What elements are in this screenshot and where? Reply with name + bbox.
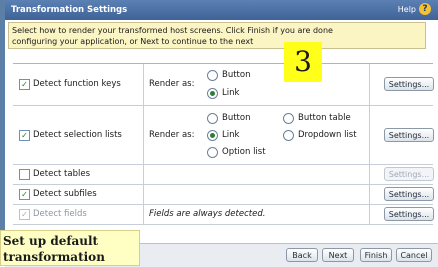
function-keys-checkbox[interactable]: ✓ <box>19 79 30 90</box>
selection-lists-settings-button[interactable]: Settings... <box>384 128 434 142</box>
function-keys-radio-button[interactable] <box>207 70 218 81</box>
instructions-line-2: configuring your application, or Next to… <box>12 37 254 46</box>
selection-lists-option-dropdown: Dropdown list <box>298 130 357 140</box>
selection-lists-radio-button[interactable] <box>207 113 218 124</box>
left-edge-strip <box>0 0 5 266</box>
setup-callout: Set up default transformation <box>0 230 140 266</box>
row-tables: Detect tables Settings... <box>13 165 434 185</box>
row-function-keys: ✓ Detect function keys Render as: Button… <box>13 64 434 106</box>
row-subfiles-label-cell: ✓ Detect subfiles <box>13 185 144 204</box>
row-function-keys-render-cell: Render as: Button Link <box>144 64 370 105</box>
next-button[interactable]: Next <box>322 248 354 262</box>
row-selection-lists-render-cell: Render as: Button Button table Link Drop… <box>144 106 370 164</box>
subfiles-label: Detect subfiles <box>33 189 97 199</box>
selection-lists-radio-dropdown[interactable] <box>283 130 294 141</box>
selection-lists-option-button-table: Button table <box>298 113 351 123</box>
row-fields: ✓ Detect fields Fields are always detect… <box>13 205 434 225</box>
cancel-button[interactable]: Cancel <box>396 248 432 262</box>
row-selection-lists-settings-cell: Settings... <box>370 106 434 164</box>
row-tables-render-cell <box>144 165 370 184</box>
help-icon[interactable]: ? <box>419 3 431 15</box>
row-fields-label-cell: ✓ Detect fields <box>13 205 144 224</box>
tables-settings-button[interactable]: Settings... <box>384 167 434 181</box>
step-number-callout: 3 <box>284 42 322 82</box>
back-button[interactable]: Back <box>286 248 318 262</box>
row-function-keys-label-cell: ✓ Detect function keys <box>13 64 144 105</box>
subfiles-settings-button[interactable]: Settings... <box>384 187 434 201</box>
function-keys-settings-button[interactable]: Settings... <box>384 77 434 91</box>
page-title: Transformation Settings <box>11 5 128 15</box>
function-keys-option-link: Link <box>222 88 240 98</box>
tables-label: Detect tables <box>33 169 91 179</box>
finish-button[interactable]: Finish <box>360 248 392 262</box>
fields-checkbox: ✓ <box>19 209 30 220</box>
selection-lists-label: Detect selection lists <box>33 130 122 140</box>
selection-lists-radio-option-list[interactable] <box>207 147 218 158</box>
row-tables-label-cell: Detect tables <box>13 165 144 184</box>
fields-settings-button[interactable]: Settings... <box>384 207 434 221</box>
row-tables-settings-cell: Settings... <box>370 165 434 184</box>
fields-label: Detect fields <box>33 209 87 219</box>
setup-callout-line-2: transformation <box>3 250 105 264</box>
function-keys-render-as: Render as: <box>149 79 195 89</box>
help-link[interactable]: Help <box>398 5 416 14</box>
row-selection-lists: ✓ Detect selection lists Render as: Butt… <box>13 106 434 165</box>
function-keys-radio-link[interactable] <box>207 88 218 99</box>
row-fields-render-cell: Fields are always detected. <box>144 205 370 224</box>
instructions-box: Select how to render your transformed ho… <box>8 22 426 49</box>
setup-callout-line-1: Set up default <box>3 234 99 248</box>
row-fields-settings-cell: Settings... <box>370 205 434 224</box>
tables-checkbox[interactable] <box>19 169 30 180</box>
row-subfiles: ✓ Detect subfiles Settings... <box>13 185 434 205</box>
instructions-line-1: Select how to render your transformed ho… <box>12 26 333 35</box>
subfiles-checkbox[interactable]: ✓ <box>19 189 30 200</box>
selection-lists-option-button: Button <box>222 113 251 123</box>
selection-lists-option-option-list: Option list <box>222 147 266 157</box>
selection-lists-option-link: Link <box>222 130 240 140</box>
row-selection-lists-label-cell: ✓ Detect selection lists <box>13 106 144 164</box>
header-bar: Transformation Settings Help ? <box>5 0 438 20</box>
selection-lists-render-as: Render as: <box>149 130 195 140</box>
function-keys-option-button: Button <box>222 70 251 80</box>
row-function-keys-settings-cell: Settings... <box>370 64 434 105</box>
row-subfiles-render-cell <box>144 185 370 204</box>
row-subfiles-settings-cell: Settings... <box>370 185 434 204</box>
wizard-window: Transformation Settings Help ? Select ho… <box>0 0 438 267</box>
selection-lists-radio-link[interactable] <box>207 130 218 141</box>
fields-note: Fields are always detected. <box>149 209 266 219</box>
function-keys-label: Detect function keys <box>33 79 121 89</box>
selection-lists-radio-button-table[interactable] <box>283 113 294 124</box>
selection-lists-checkbox[interactable]: ✓ <box>19 130 30 141</box>
